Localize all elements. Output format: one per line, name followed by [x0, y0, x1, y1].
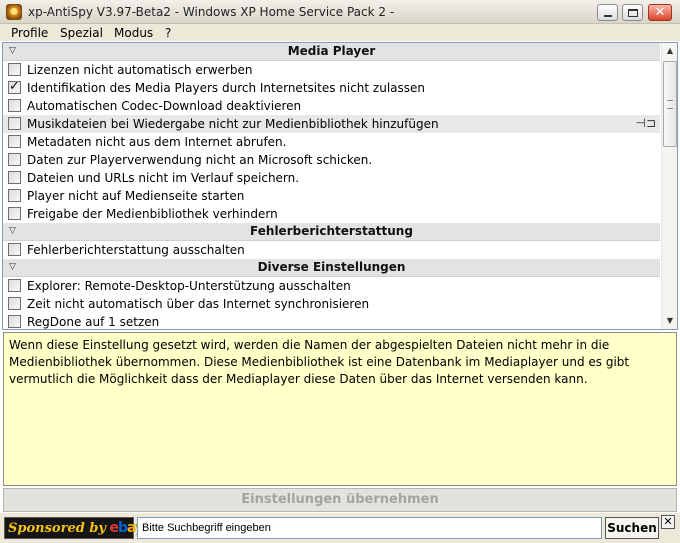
close-button[interactable]: ✕ [648, 4, 672, 21]
setting-checkbox[interactable] [8, 189, 21, 202]
setting-row[interactable]: ✓ Identifikation des Media Players durch … [3, 79, 660, 97]
group-header[interactable]: ▽ Media Player [3, 43, 660, 61]
setting-checkbox[interactable] [8, 63, 21, 76]
app-icon [6, 4, 22, 20]
search-input[interactable] [137, 517, 602, 539]
minimize-icon [604, 15, 612, 17]
setting-row[interactable]: Zeit nicht automatisch über das Internet… [3, 295, 660, 313]
sponsor-bar: Sponsored by ebay Suchen ✕ [0, 513, 680, 543]
window-title: xp-AntiSpy V3.97-Beta2 - Windows XP Home… [28, 5, 395, 19]
ebay-letter-b: b [117, 520, 128, 536]
setting-row[interactable]: Freigabe der Medienbibliothek verhindern [3, 205, 660, 223]
setting-label: Identifikation des Media Players durch I… [27, 81, 426, 95]
setting-label: RegDone auf 1 setzen [27, 315, 160, 329]
setting-checkbox[interactable] [8, 207, 21, 220]
title-bar: xp-AntiSpy V3.97-Beta2 - Windows XP Home… [0, 0, 680, 24]
menu-bar: Profile Spezial Modus ? [0, 24, 680, 42]
settings-list-content: ▽ Media Player Lizenzen nicht automatisch … [3, 43, 660, 329]
setting-row[interactable]: Player nicht auf Medienseite starten [3, 187, 660, 205]
setting-row[interactable]: Explorer: Remote-Desktop-Unterstützung a… [3, 277, 660, 295]
group-header[interactable]: ▽ Diverse Einstellungen [3, 259, 660, 277]
setting-row[interactable]: Musikdateien bei Wiedergabe nicht zur Me… [3, 115, 660, 133]
checkmark-icon: ✓ [9, 79, 20, 94]
minimize-button[interactable] [597, 4, 618, 21]
group-header[interactable]: ▽ Fehlerberichterstattung [3, 223, 660, 241]
setting-row[interactable]: Metadaten nicht aus dem Internet abrufen… [3, 133, 660, 151]
setting-label: Lizenzen nicht automatisch erwerben [27, 63, 253, 77]
setting-row[interactable]: Automatischen Codec-Download deaktiviere… [3, 97, 660, 115]
vertical-scrollbar[interactable]: ▲ ▼ [661, 43, 677, 329]
setting-label: Daten zur Playerverwendung nicht an Micr… [27, 153, 373, 167]
setting-checkbox[interactable] [8, 297, 21, 310]
maximize-button[interactable] [622, 4, 643, 21]
menu-spezial[interactable]: Spezial [57, 25, 106, 41]
scroll-thumb[interactable] [663, 61, 677, 147]
setting-label: Automatischen Codec-Download deaktiviere… [27, 99, 302, 113]
setting-checkbox[interactable] [8, 153, 21, 166]
setting-checkbox[interactable] [8, 99, 21, 112]
setting-row[interactable]: Daten zur Playerverwendung nicht an Micr… [3, 151, 660, 169]
close-icon: ✕ [654, 5, 666, 20]
setting-checkbox[interactable] [8, 117, 21, 130]
ebay-letter-a: a [127, 520, 136, 536]
setting-checkbox[interactable] [8, 243, 21, 256]
menu-profile[interactable]: Profile [8, 25, 51, 41]
setting-checkbox[interactable] [8, 135, 21, 148]
search-button[interactable]: Suchen [605, 517, 659, 539]
setting-label: Fehlerberichterstattung ausschalten [27, 243, 245, 257]
settings-list: ▽ Media Player Lizenzen nicht automatisch … [2, 42, 678, 330]
menu-modus[interactable]: Modus [111, 25, 156, 41]
ebay-sponsor-logo[interactable]: Sponsored by ebay [4, 517, 144, 539]
sponsor-text: Sponsored by [8, 521, 106, 536]
setting-row[interactable]: Dateien und URLs nicht im Verlauf speich… [3, 169, 660, 187]
setting-row[interactable]: Fehlerberichterstattung ausschalten [3, 241, 660, 259]
setting-label: Dateien und URLs nicht im Verlauf speich… [27, 171, 300, 185]
group-title: Media Player [287, 44, 376, 58]
setting-row[interactable]: Lizenzen nicht automatisch erwerben [3, 61, 660, 79]
setting-label: Zeit nicht automatisch über das Internet… [27, 297, 370, 311]
setting-checkbox[interactable] [8, 171, 21, 184]
setting-label: Musikdateien bei Wiedergabe nicht zur Me… [27, 117, 439, 131]
setting-checkbox[interactable] [8, 279, 21, 292]
setting-label: Player nicht auf Medienseite starten [27, 189, 245, 203]
setting-checkbox[interactable] [8, 315, 21, 328]
ebay-letter-e: e [109, 520, 118, 536]
apply-settings-button[interactable]: Einstellungen übernehmen [3, 488, 677, 512]
group-title: Diverse Einstellungen [257, 260, 406, 274]
scroll-down-button[interactable]: ▼ [662, 313, 677, 329]
sponsor-close-button[interactable]: ✕ [661, 515, 675, 529]
group-title: Fehlerberichterstattung [250, 224, 413, 238]
description-panel: Wenn diese Einstellung gesetzt wird, wer… [3, 332, 677, 486]
maximize-icon [628, 9, 638, 17]
pin-icon[interactable]: ⊣⊐ [635, 116, 656, 130]
menu-help[interactable]: ? [162, 25, 174, 41]
setting-label: Freigabe der Medienbibliothek verhindern [27, 207, 278, 221]
setting-label: Explorer: Remote-Desktop-Unterstützung a… [27, 279, 351, 293]
setting-row[interactable]: RegDone auf 1 setzen [3, 313, 660, 329]
setting-checkbox[interactable]: ✓ [8, 79, 21, 94]
scroll-up-button[interactable]: ▲ [662, 43, 677, 59]
setting-label: Metadaten nicht aus dem Internet abrufen… [27, 135, 287, 149]
